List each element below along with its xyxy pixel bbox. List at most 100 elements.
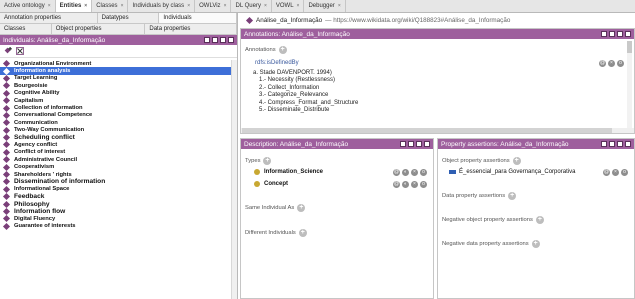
- tab-owlviz[interactable]: OWLViz ×: [195, 0, 232, 12]
- subtab-classes[interactable]: Classes: [0, 24, 52, 34]
- list-item[interactable]: Guarantee of interests: [0, 222, 237, 230]
- add-type-button[interactable]: +: [263, 157, 272, 165]
- close-icon[interactable]: ×: [297, 3, 300, 9]
- annotation-property[interactable]: rdfs:isDefinedBy: [255, 60, 299, 66]
- subtab-object-properties[interactable]: Object properties: [52, 24, 146, 34]
- panel-split-icon[interactable]: [609, 31, 615, 37]
- edit-icon[interactable]: ◐: [402, 181, 409, 188]
- annotations-horizontal-scrollbar[interactable]: [241, 128, 634, 133]
- list-item[interactable]: Agency conflict: [0, 141, 237, 149]
- annotation-help-icon[interactable]: @: [599, 60, 606, 67]
- tab-dl-query[interactable]: DL Query ×: [231, 0, 272, 12]
- list-item[interactable]: Shareholders ' rights: [0, 171, 237, 179]
- ok-icon[interactable]: o: [420, 169, 427, 176]
- tab-entities[interactable]: Entities ×: [55, 0, 93, 12]
- panel-close-icon[interactable]: [625, 141, 631, 147]
- subtab-annotation-properties[interactable]: Annotation properties: [0, 13, 98, 23]
- close-icon[interactable]: ×: [338, 3, 341, 9]
- add-data-property-assertion-button[interactable]: +: [508, 192, 517, 200]
- list-item[interactable]: Feedback: [0, 193, 237, 201]
- close-icon[interactable]: ×: [224, 3, 227, 9]
- add-negative-object-property-assertion-button[interactable]: +: [535, 216, 544, 224]
- scrollbar-thumb[interactable]: [627, 41, 632, 53]
- subtab-data-properties[interactable]: Data properties: [145, 24, 237, 34]
- help-icon[interactable]: @: [393, 181, 400, 188]
- close-icon[interactable]: ×: [264, 3, 267, 9]
- panel-maximize-icon[interactable]: [617, 31, 623, 37]
- scrollbar-thumb[interactable]: [242, 128, 612, 133]
- annotation-delete-icon[interactable]: ×: [608, 60, 615, 67]
- list-item[interactable]: Capitalism: [0, 97, 237, 105]
- tab-debugger[interactable]: Debugger ×: [304, 0, 346, 12]
- tab-individuals-by-class[interactable]: Individuals by class ×: [128, 0, 196, 12]
- list-item[interactable]: Information flow: [0, 207, 237, 216]
- type-entry[interactable]: Concept: [254, 181, 288, 187]
- tab-classes[interactable]: Classes ×: [92, 0, 129, 12]
- edit-icon[interactable]: ◐: [402, 169, 409, 176]
- subtab-datatypes[interactable]: Datatypes: [98, 13, 160, 23]
- delete-icon[interactable]: ×: [612, 169, 619, 176]
- add-negative-data-property-assertion-button[interactable]: +: [531, 240, 540, 248]
- list-item[interactable]: Informational Space: [0, 185, 237, 193]
- panel-split-icon[interactable]: [609, 141, 615, 147]
- panel-pin-icon[interactable]: [400, 141, 406, 147]
- panel-maximize-icon[interactable]: [416, 141, 422, 147]
- help-icon[interactable]: @: [393, 169, 400, 176]
- class-circle-icon: [254, 169, 260, 175]
- delete-icon[interactable]: ×: [411, 181, 418, 188]
- annotation-edit-icon[interactable]: o: [617, 60, 624, 67]
- ok-icon[interactable]: o: [621, 169, 628, 176]
- list-item[interactable]: Target Learning: [0, 74, 237, 83]
- close-icon[interactable]: ×: [187, 3, 190, 9]
- object-property-icon: [449, 170, 456, 174]
- individuals-scrollbar[interactable]: [231, 60, 237, 299]
- delete-icon[interactable]: ×: [411, 169, 418, 176]
- panel-maximize-icon[interactable]: [617, 141, 623, 147]
- individual-diamond-icon: [2, 156, 11, 164]
- list-item-selected[interactable]: Information analysis: [0, 67, 237, 75]
- list-item[interactable]: Conversational Competence: [0, 111, 237, 119]
- tab-vowl[interactable]: VOWL ×: [272, 0, 305, 12]
- panel-split-icon[interactable]: [408, 141, 414, 147]
- list-item[interactable]: Scheduling conflict: [0, 134, 237, 142]
- close-icon[interactable]: ×: [121, 3, 124, 9]
- annotations-scrollbar[interactable]: [627, 41, 632, 131]
- list-item[interactable]: Conflict of interest: [0, 148, 237, 156]
- list-item[interactable]: Collection of information: [0, 104, 237, 112]
- object-property-assertions-section: Object property assertions +: [442, 157, 521, 165]
- add-different-individual-button[interactable]: +: [298, 229, 307, 237]
- panel-close-icon[interactable]: [228, 37, 234, 43]
- panel-pin-icon[interactable]: [601, 141, 607, 147]
- panel-close-icon[interactable]: [625, 31, 631, 37]
- type-entry-actions: @ ◐ × o: [393, 181, 427, 188]
- panel-close-icon[interactable]: [424, 141, 430, 147]
- list-item[interactable]: Two-Way Communication: [0, 126, 237, 134]
- panel-maximize-icon[interactable]: [220, 37, 226, 43]
- add-individual-icon[interactable]: [4, 47, 12, 55]
- entity-header: Análise_da_Informação — https://www.wiki…: [241, 14, 510, 27]
- list-item[interactable]: Cooperativism: [0, 163, 237, 171]
- list-item[interactable]: Administrative Council: [0, 156, 237, 164]
- subtab-individuals[interactable]: Individuals: [159, 13, 237, 23]
- add-same-individual-button[interactable]: +: [297, 204, 306, 212]
- help-icon[interactable]: @: [603, 169, 610, 176]
- close-icon[interactable]: ×: [48, 3, 51, 9]
- add-annotation-button[interactable]: +: [278, 46, 287, 54]
- list-item[interactable]: Communication: [0, 119, 237, 127]
- tab-active-ontology[interactable]: Active ontology ×: [0, 0, 56, 12]
- list-item[interactable]: Organizational Environment: [0, 60, 237, 68]
- list-item[interactable]: Dissemination of information: [0, 178, 237, 186]
- panel-pin-icon[interactable]: [601, 31, 607, 37]
- list-item[interactable]: Cognitive Ability: [0, 89, 237, 97]
- list-item[interactable]: Philosophy: [0, 200, 237, 208]
- close-icon[interactable]: ×: [84, 3, 87, 9]
- add-object-property-assertion-button[interactable]: +: [512, 157, 521, 165]
- object-property-assertion-entry[interactable]: É_essencial_para Governança_Corporativa: [449, 169, 575, 175]
- ok-icon[interactable]: o: [420, 181, 427, 188]
- panel-pin-icon[interactable]: [204, 37, 210, 43]
- panel-split-icon[interactable]: [212, 37, 218, 43]
- delete-individual-icon[interactable]: [16, 47, 24, 55]
- list-item[interactable]: Digital Fluency: [0, 215, 237, 223]
- type-entry[interactable]: Information_Science: [254, 169, 323, 175]
- list-item[interactable]: Bourgeoisie: [0, 82, 237, 90]
